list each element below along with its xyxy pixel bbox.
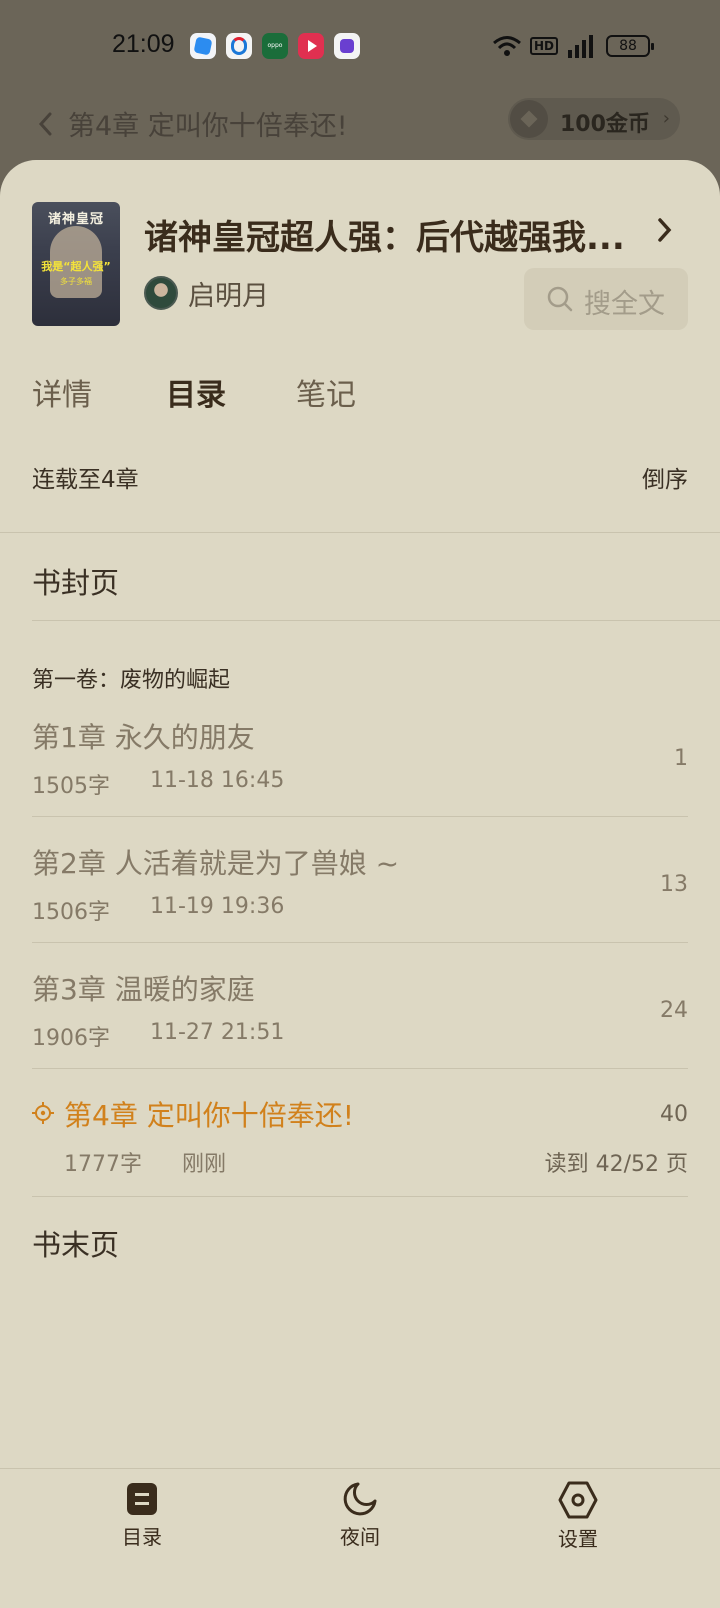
signal-icon <box>568 35 593 58</box>
battery-indicator: 88 <box>606 35 654 57</box>
search-icon <box>547 286 573 312</box>
purple-app-icon <box>334 33 360 59</box>
chapter-update-time: 刚刚 <box>182 1152 227 1177</box>
chapter-title: 第1章 永久的朋友 <box>32 721 255 754</box>
reader-chapter-title: 第4章 定叫你十倍奉还! <box>68 111 348 142</box>
catalog-sheet: 诸神皇冠 我是“超人强” 多子多福 诸神皇冠超人强：后代越强我... 启明月 搜… <box>0 160 720 1608</box>
chapter-page-number: 24 <box>660 998 688 1023</box>
chapter-title: 第3章 温暖的家庭 <box>32 973 255 1006</box>
divider <box>32 1196 688 1197</box>
coin-icon <box>510 100 548 138</box>
moon-icon <box>343 1482 377 1516</box>
end-page-item[interactable]: 书末页 <box>32 1222 119 1264</box>
tab-notes[interactable]: 笔记 <box>296 370 356 414</box>
notification-icons: oppo <box>190 33 360 59</box>
reading-progress: 读到 42/52 页 <box>544 1152 688 1177</box>
bottom-nav: 目录 夜间 设置 <box>0 1468 720 1608</box>
telecom-app-icon <box>226 33 252 59</box>
chapter-page-number: 40 <box>660 1102 688 1127</box>
current-position-icon <box>32 1102 54 1124</box>
author-name[interactable]: 启明月 <box>188 274 269 313</box>
book-title[interactable]: 诸神皇冠超人强：后代越强我... <box>144 210 644 259</box>
current-chapter-item[interactable]: 第4章 定叫你十倍奉还! 1777字 刚刚 40 读到 42/52 页 <box>32 1094 688 1220</box>
divider <box>32 1068 688 1069</box>
divider <box>0 532 720 533</box>
chevron-right-icon: › <box>662 108 670 129</box>
chapter-item[interactable]: 第1章 永久的朋友 1505字 11-18 16:45 1 <box>32 716 688 842</box>
chapter-page-number: 13 <box>660 872 688 897</box>
sort-reverse-button[interactable]: 倒序 <box>642 460 688 494</box>
chapter-page-number: 1 <box>674 746 688 771</box>
serial-status: 连载至4章 <box>32 467 139 493</box>
chapter-word-count: 1906字 <box>32 1026 110 1051</box>
coin-label: 100金币 <box>560 112 650 137</box>
cover-tag: 我是“超人强” <box>41 260 111 273</box>
chapter-update-time: 11-27 21:51 <box>150 1020 285 1045</box>
cover-title: 诸神皇冠 <box>47 212 104 227</box>
chapter-word-count: 1505字 <box>32 774 110 799</box>
cover-sub: 多子多福 <box>60 277 92 286</box>
divider <box>32 816 688 817</box>
nav-settings-button[interactable]: 设置 <box>508 1481 648 1581</box>
search-fulltext-button[interactable]: 搜全文 <box>524 268 688 330</box>
hd-badge: HD <box>529 37 558 55</box>
chapter-item[interactable]: 第2章 人活着就是为了兽娘 ~ 1506字 11-19 19:36 13 <box>32 842 688 968</box>
nav-label: 目录 <box>122 1525 162 1549</box>
chapter-title: 第4章 定叫你十倍奉还! <box>64 1099 354 1132</box>
nav-night-mode-button[interactable]: 夜间 <box>290 1481 430 1581</box>
search-label: 搜全文 <box>584 289 665 320</box>
coin-button[interactable]: 100金币 › <box>508 98 680 140</box>
tab-details[interactable]: 详情 <box>32 370 92 414</box>
blue-app-icon <box>190 33 216 59</box>
chapter-word-count: 1777字 <box>64 1152 142 1177</box>
chapter-title: 第2章 人活着就是为了兽娘 ~ <box>32 847 400 880</box>
chapter-item[interactable]: 第3章 温暖的家庭 1906字 11-27 21:51 24 <box>32 968 688 1094</box>
front-page-item[interactable]: 书封页 <box>32 560 119 602</box>
video-app-icon <box>298 33 324 59</box>
chevron-right-icon[interactable] <box>654 216 674 244</box>
chapter-word-count: 1506字 <box>32 900 110 925</box>
nav-catalog-button[interactable]: 目录 <box>72 1481 212 1581</box>
volume-title: 第一卷：废物的崛起 <box>32 668 231 693</box>
chapter-update-time: 11-18 16:45 <box>150 768 285 793</box>
reader-header: 第4章 定叫你十倍奉还! 100金币 › <box>0 96 720 166</box>
catalog-icon <box>127 1483 157 1515</box>
author-avatar[interactable] <box>144 276 178 310</box>
oppo-app-icon: oppo <box>262 33 288 59</box>
nav-label: 夜间 <box>340 1525 380 1549</box>
gear-icon <box>558 1481 598 1519</box>
book-cover[interactable]: 诸神皇冠 我是“超人强” 多子多福 <box>32 202 120 326</box>
back-chevron-icon[interactable] <box>36 110 56 138</box>
chapter-update-time: 11-19 19:36 <box>150 894 285 919</box>
status-time: 21:09 <box>112 30 175 58</box>
tab-catalog[interactable]: 目录 <box>166 370 226 414</box>
divider <box>32 942 688 943</box>
system-icons: HD 88 <box>492 34 654 58</box>
wifi-icon <box>493 36 521 56</box>
nav-label: 设置 <box>558 1527 598 1551</box>
status-bar: 21:09 oppo HD 88 <box>0 0 720 96</box>
divider <box>32 620 720 621</box>
